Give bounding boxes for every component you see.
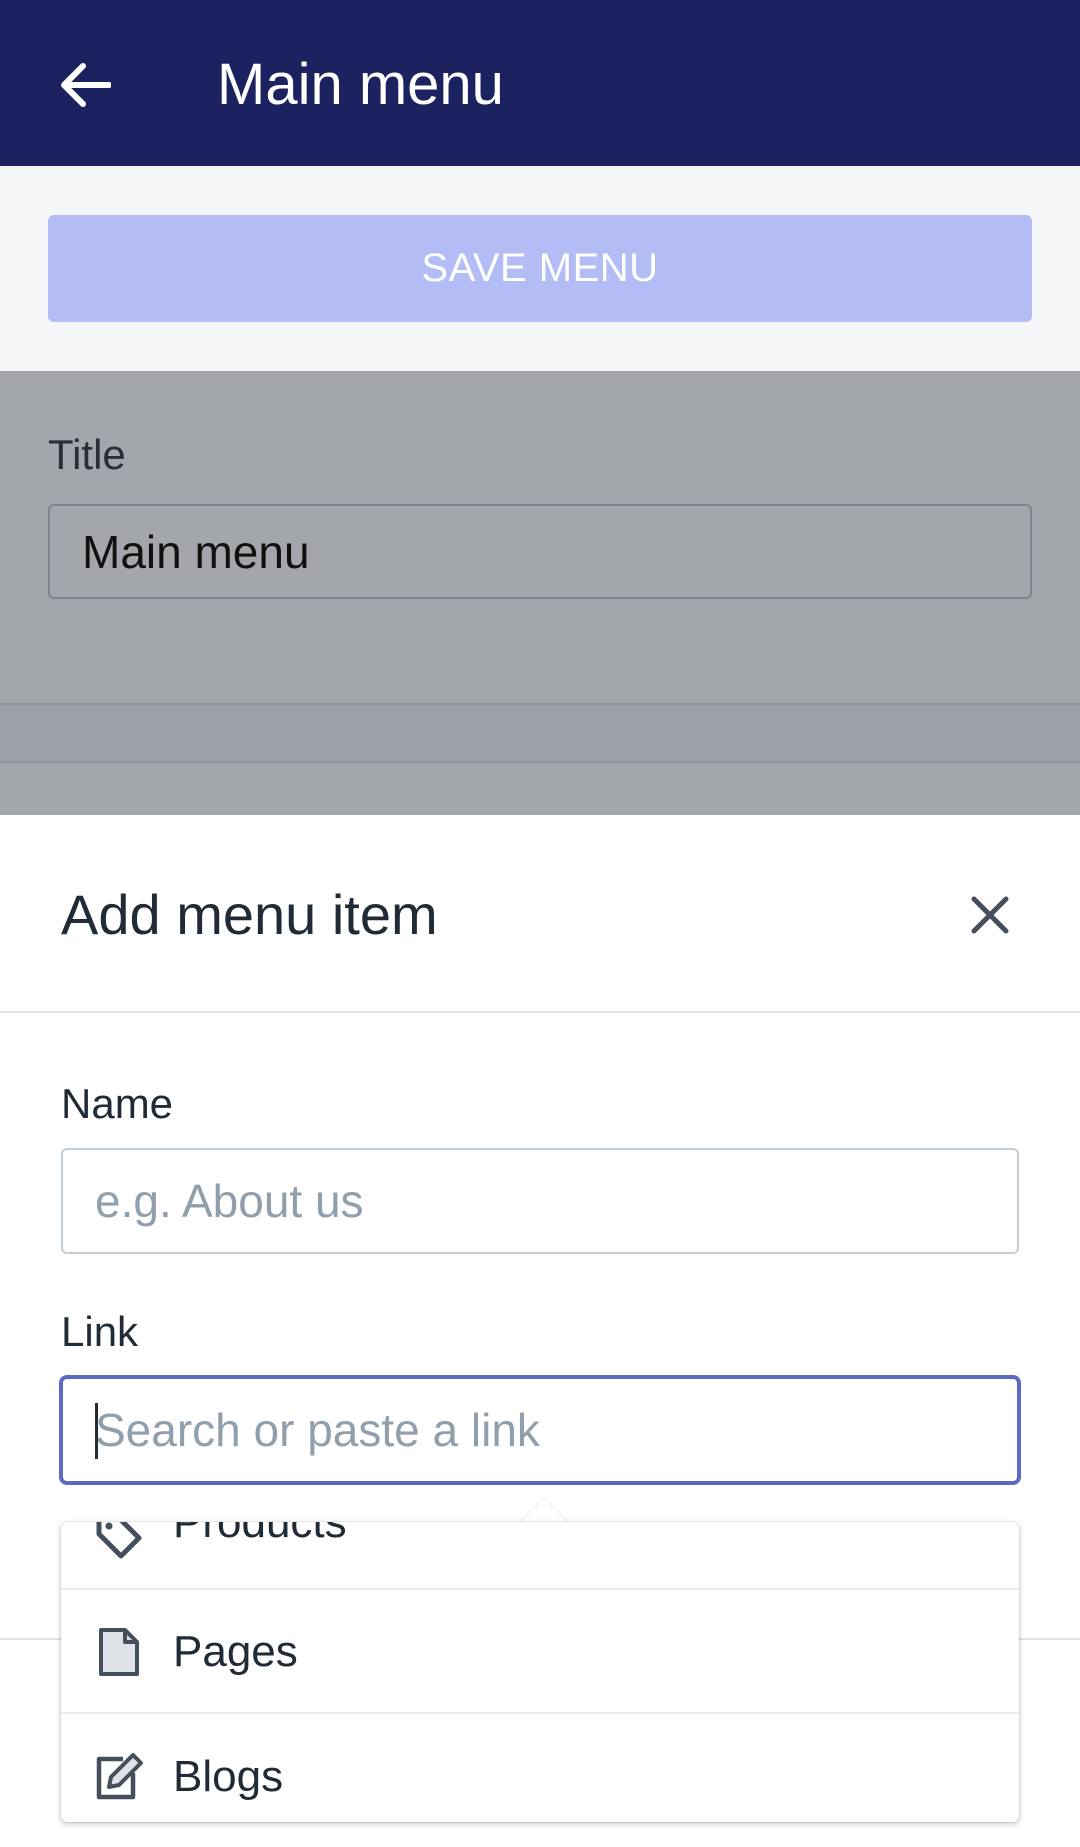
tag-icon — [91, 1522, 147, 1564]
suggestion-item-products[interactable]: Products — [61, 1522, 1019, 1590]
title-value: Main menu — [82, 525, 310, 578]
suggestion-label: Blogs — [173, 1752, 284, 1801]
title-field[interactable]: Main menu — [48, 504, 1032, 599]
edit-icon — [91, 1749, 147, 1805]
suggestion-item-blogs[interactable]: Blogs — [61, 1716, 1019, 1822]
close-icon — [971, 896, 1009, 934]
suggestion-item-pages[interactable]: Pages — [61, 1592, 1019, 1714]
dropdown-pointer — [520, 1498, 568, 1522]
page-icon — [91, 1624, 147, 1680]
page-title: Main menu — [217, 52, 504, 117]
save-menu-button[interactable]: SAVE MENU — [48, 215, 1032, 322]
name-label: Name — [61, 1080, 174, 1127]
suggestion-label: Products — [173, 1522, 347, 1547]
add-menu-item-sheet: Add menu item Name e.g. About us Link Se… — [0, 815, 1080, 1847]
link-label: Link — [61, 1308, 139, 1355]
name-field[interactable]: e.g. About us — [61, 1148, 1019, 1254]
name-placeholder: e.g. About us — [95, 1175, 364, 1227]
text-caret — [95, 1403, 98, 1459]
app-bar: Main menu — [0, 0, 1080, 166]
back-button[interactable] — [50, 50, 120, 120]
divider — [0, 703, 1080, 763]
suggestion-label: Pages — [173, 1627, 298, 1676]
sheet-title: Add menu item — [61, 883, 438, 946]
save-area: SAVE MENU — [0, 166, 1080, 371]
link-placeholder: Search or paste a link — [95, 1404, 540, 1456]
dimmed-form: Title Main menu — [0, 371, 1080, 815]
link-suggestions-dropdown: Products Pages Blogs — [61, 1522, 1019, 1822]
title-label: Title — [48, 431, 126, 478]
link-field[interactable]: Search or paste a link — [59, 1375, 1021, 1485]
close-button[interactable] — [955, 880, 1025, 950]
arrow-left-icon — [61, 63, 111, 107]
sheet-header: Add menu item — [0, 815, 1080, 1013]
